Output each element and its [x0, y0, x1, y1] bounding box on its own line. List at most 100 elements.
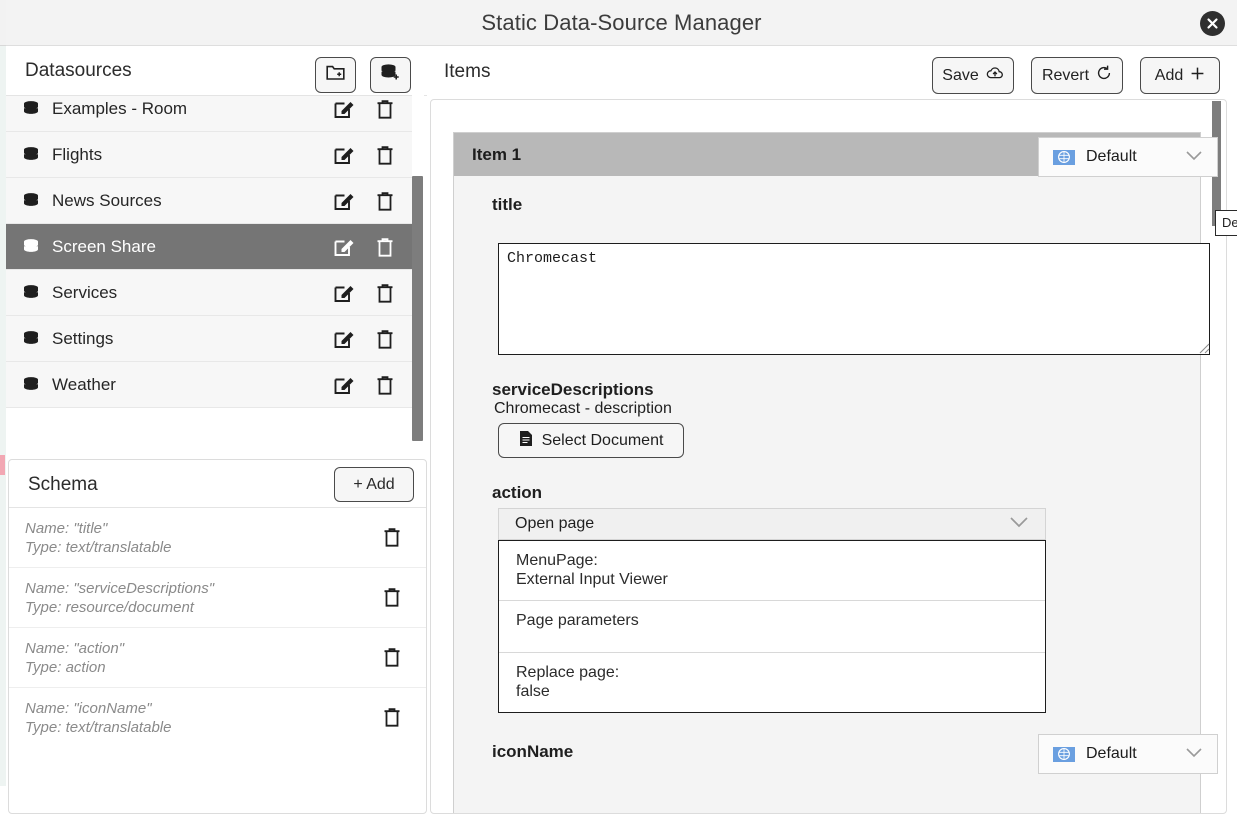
datasource-row-actions — [333, 190, 395, 212]
schema-row: Name: "title" Type: text/translatable — [9, 508, 426, 568]
datasources-scrollbar-thumb[interactable] — [412, 176, 423, 441]
datasource-row-actions — [333, 374, 395, 396]
edit-icon[interactable] — [333, 328, 355, 350]
datasource-row[interactable]: Services — [6, 270, 417, 316]
select-document-label: Select Document — [541, 431, 664, 449]
chevron-down-icon — [1185, 148, 1203, 166]
edit-icon[interactable] — [333, 282, 355, 304]
datasource-row-actions — [333, 144, 395, 166]
datasource-label: Weather — [52, 374, 116, 394]
delete-icon[interactable] — [375, 282, 395, 304]
schema-header: Schema + Add — [9, 460, 426, 508]
icon-name-language-select[interactable]: Default — [1038, 734, 1218, 774]
delete-icon[interactable] — [382, 646, 402, 668]
edit-icon[interactable] — [333, 144, 355, 166]
datasource-row[interactable]: Settings — [6, 316, 417, 362]
window-titlebar: Static Data-Source Manager — [6, 0, 1237, 46]
database-icon — [22, 284, 40, 302]
datasources-list[interactable]: Examples - Room Flights News Sources Scr… — [6, 95, 427, 439]
add-button-label: Add — [1154, 66, 1184, 84]
datasource-row[interactable]: Weather — [6, 362, 417, 408]
items-body: Item 1 title Default Chromecast serviceD… — [430, 99, 1227, 814]
schema-field-type: Type: action — [25, 659, 106, 676]
datasources-title: Datasources — [25, 60, 132, 81]
field-label-icon-name: iconName — [492, 742, 574, 761]
delete-icon[interactable] — [375, 328, 395, 350]
datasource-row[interactable]: Examples - Room — [6, 96, 417, 132]
field-title-row: title — [454, 176, 1200, 238]
item-card-title: Item 1 — [472, 144, 522, 164]
items-title: Items — [444, 61, 491, 82]
database-icon — [22, 330, 40, 348]
action-detail-row[interactable]: Page parameters — [499, 601, 1045, 653]
delete-icon[interactable] — [375, 236, 395, 258]
database-icon — [22, 192, 40, 210]
items-header: Items Save Revert Add — [427, 46, 1237, 96]
delete-icon[interactable] — [375, 190, 395, 212]
datasource-row[interactable]: Flights — [6, 132, 417, 178]
plus-icon — [1190, 66, 1205, 86]
action-detail-value: false — [516, 683, 550, 700]
datasource-row-actions — [333, 328, 395, 350]
title-language-select[interactable]: Default — [1038, 137, 1218, 177]
delete-icon[interactable] — [375, 98, 395, 120]
add-item-button[interactable]: Add — [1140, 57, 1220, 94]
document-icon — [519, 430, 533, 452]
service-descriptions-value: Chromecast - description — [494, 400, 672, 417]
schema-field-name: Name: "title" — [25, 520, 108, 537]
delete-icon[interactable] — [375, 374, 395, 396]
edit-icon[interactable] — [333, 236, 355, 258]
delete-icon[interactable] — [382, 706, 402, 728]
un-flag-icon — [1053, 149, 1075, 165]
schema-title: Schema — [28, 474, 98, 495]
save-button-label: Save — [942, 66, 979, 84]
datasource-row-actions — [333, 236, 395, 258]
database-icon — [22, 100, 40, 118]
edit-icon[interactable] — [333, 98, 355, 120]
title-language-value: Default — [1086, 148, 1137, 165]
field-label-title: title — [492, 195, 523, 214]
schema-field-type: Type: text/translatable — [25, 719, 172, 736]
action-detail-row[interactable]: MenuPage: External Input Viewer — [499, 541, 1045, 601]
delete-icon[interactable] — [382, 526, 402, 548]
close-icon[interactable] — [1200, 11, 1225, 36]
refresh-icon — [1096, 65, 1112, 86]
edit-icon[interactable] — [333, 190, 355, 212]
schema-field-name: Name: "action" — [25, 640, 125, 657]
schema-field-name: Name: "iconName" — [25, 700, 152, 717]
action-detail-row[interactable]: Replace page: false — [499, 653, 1045, 712]
action-select[interactable]: Open page — [498, 508, 1046, 540]
add-folder-button[interactable] — [315, 57, 356, 93]
edit-icon[interactable] — [333, 374, 355, 396]
field-label-action: action — [492, 483, 543, 502]
action-detail-key: Page parameters — [516, 612, 639, 629]
datasource-row-actions — [333, 98, 395, 120]
delete-icon[interactable] — [375, 144, 395, 166]
database-icon — [22, 376, 40, 394]
item-card: Item 1 title Default Chromecast serviceD… — [453, 132, 1218, 813]
database-icon — [22, 238, 40, 256]
folder-plus-icon — [326, 64, 345, 86]
chevron-down-icon — [1009, 515, 1029, 533]
datasource-label: Examples - Room — [52, 98, 188, 118]
datasource-row-selected[interactable]: Screen Share — [6, 224, 417, 270]
revert-button[interactable]: Revert — [1031, 57, 1123, 94]
schema-panel: Schema + Add Name: "title" Type: text/tr… — [8, 459, 427, 814]
window-title: Static Data-Source Manager — [481, 10, 762, 35]
cloud-upload-icon — [986, 66, 1004, 85]
schema-field-type: Type: resource/document — [25, 599, 194, 616]
datasource-row[interactable]: News Sources — [6, 178, 417, 224]
save-button[interactable]: Save — [932, 57, 1014, 94]
static-data-source-manager-window: Static Data-Source Manager Datasources E… — [6, 0, 1237, 814]
action-detail-key: Replace page: — [516, 664, 620, 681]
page-edge-marker — [0, 455, 5, 475]
title-input[interactable] — [498, 243, 1210, 355]
schema-add-button[interactable]: + Add — [334, 467, 414, 502]
datasource-label: News Sources — [52, 190, 162, 210]
add-datasource-button[interactable] — [370, 57, 411, 93]
database-icon — [22, 146, 40, 164]
datasource-label: Screen Share — [52, 236, 156, 256]
select-document-button[interactable]: Select Document — [498, 423, 684, 458]
icon-name-language-value: Default — [1086, 745, 1137, 762]
delete-icon[interactable] — [382, 586, 402, 608]
